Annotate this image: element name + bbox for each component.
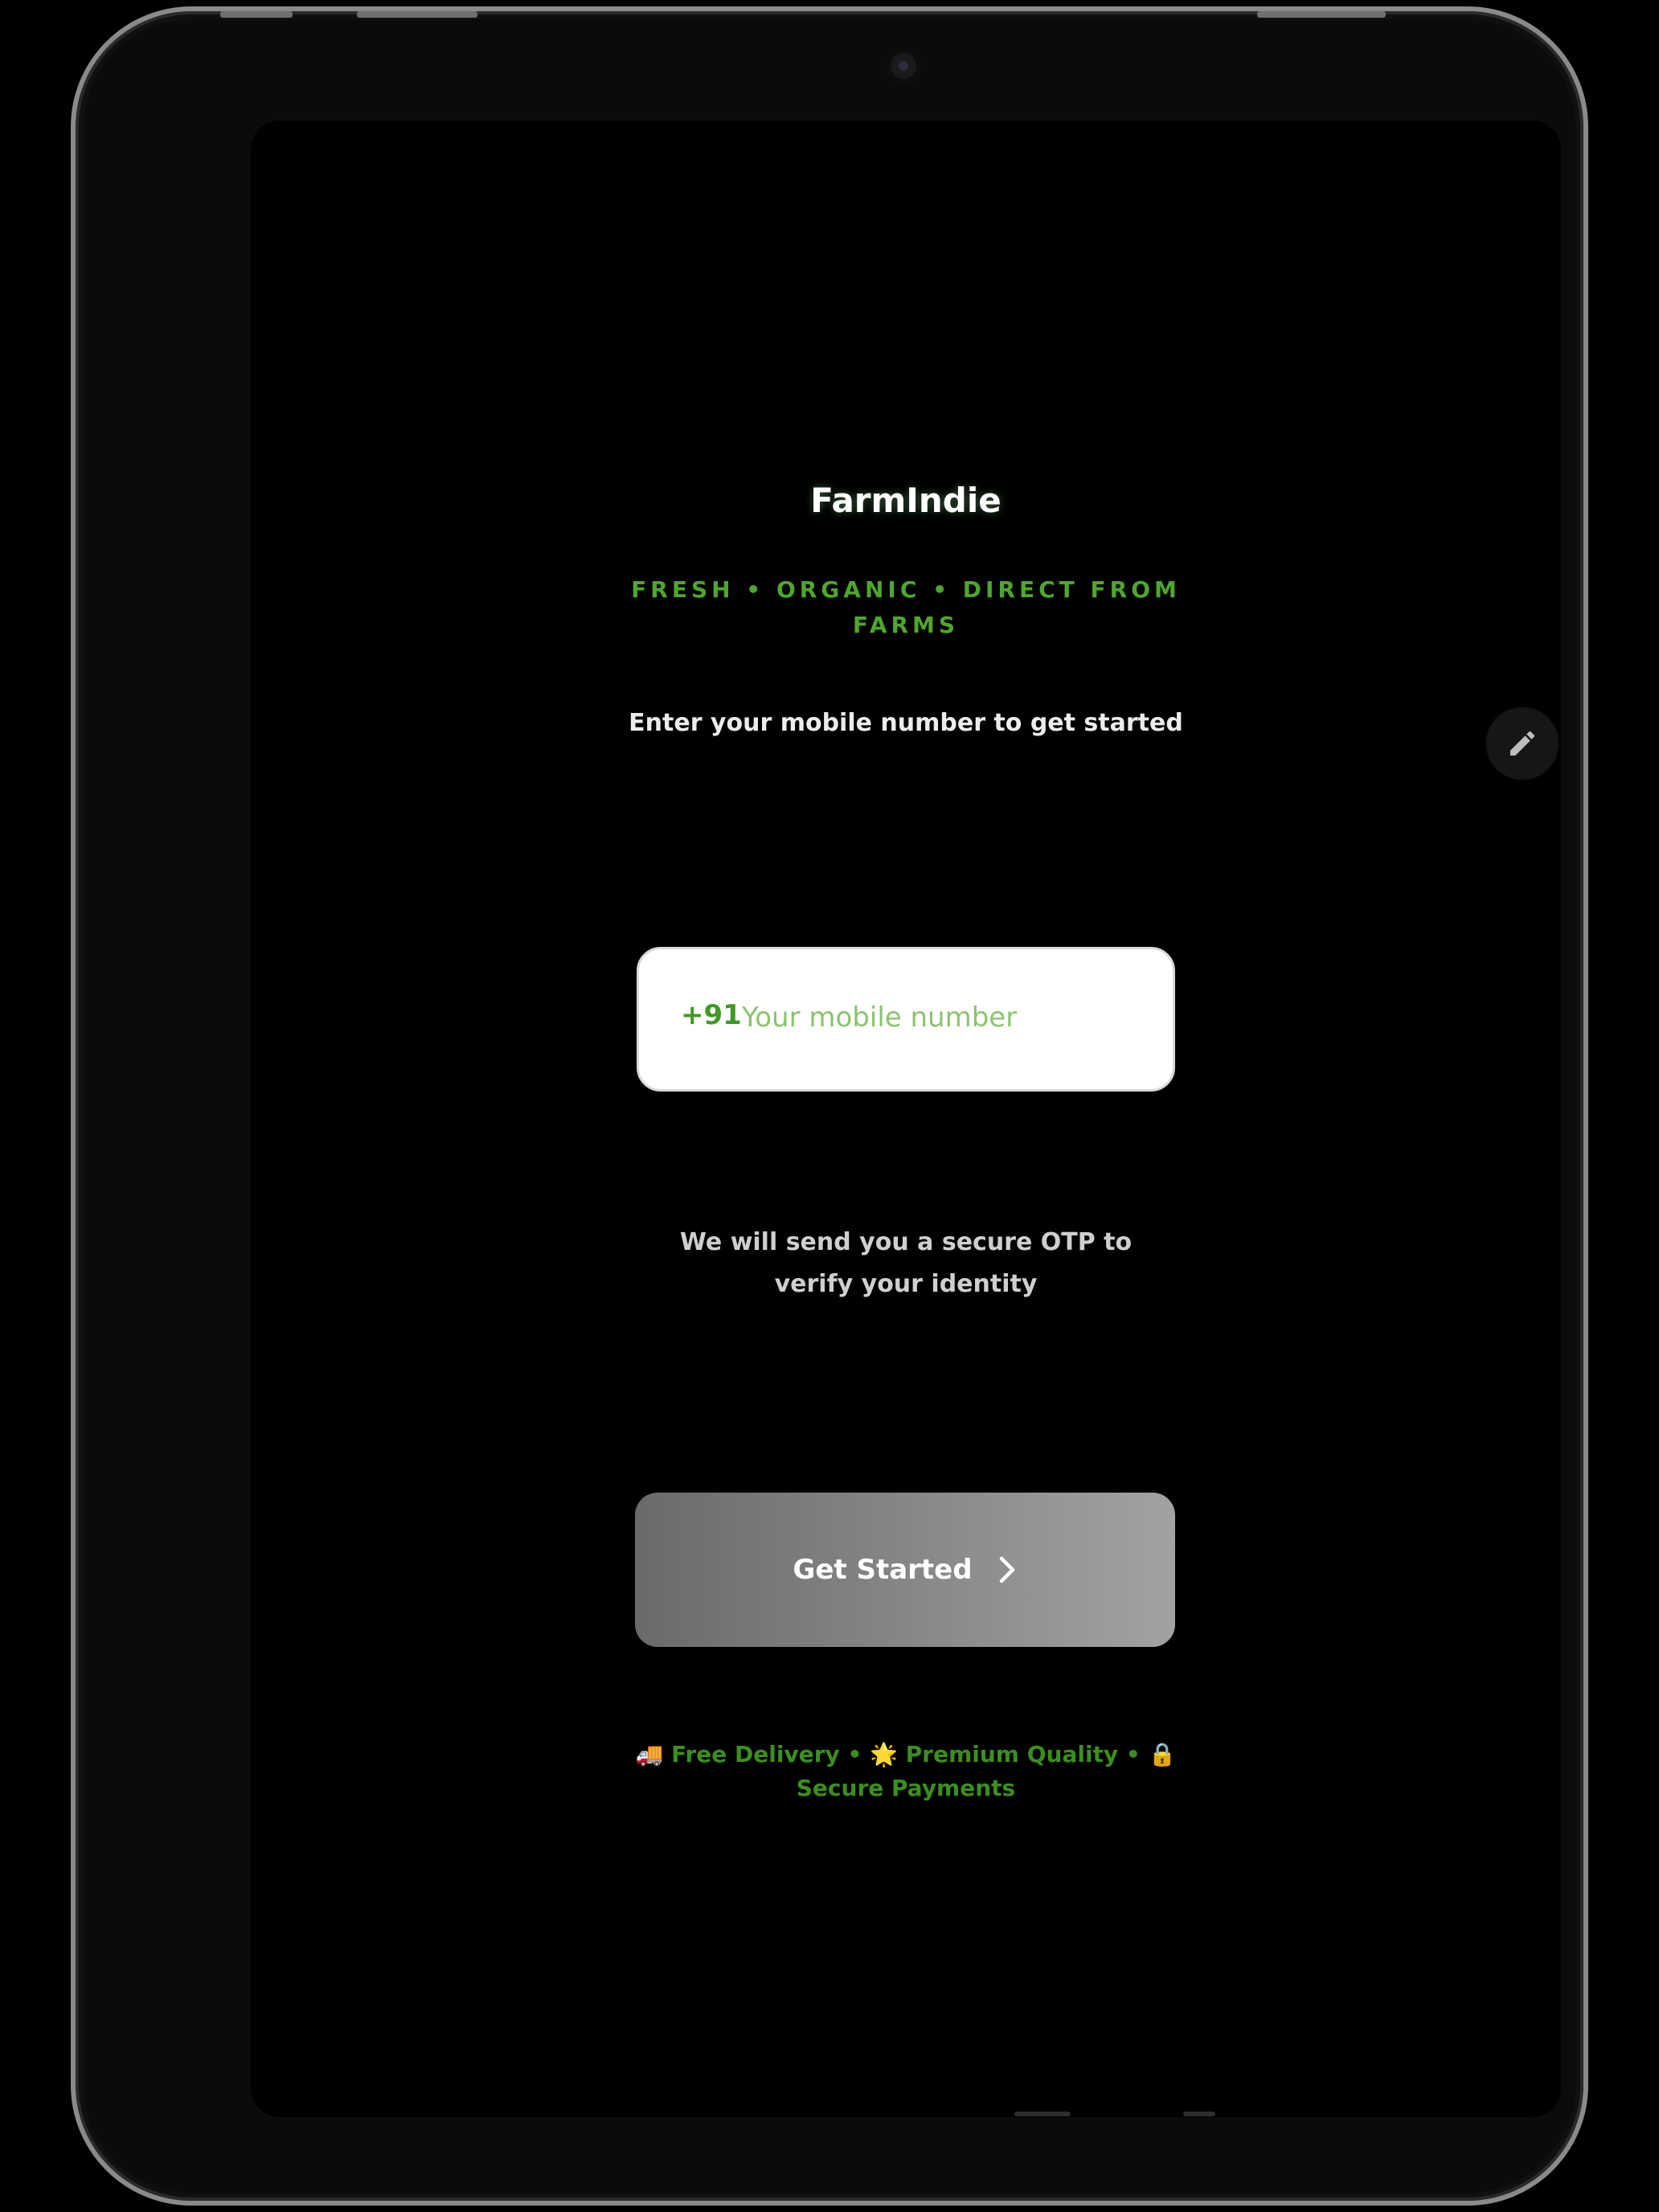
get-started-button[interactable]: Get Started bbox=[635, 1493, 1175, 1647]
phone-input-container[interactable]: +91 bbox=[637, 947, 1175, 1092]
pencil-icon bbox=[1510, 731, 1535, 756]
hardware-button bbox=[1257, 11, 1386, 18]
chevron-right-icon bbox=[999, 1556, 1014, 1583]
tablet-frame: FarmIndie FRESH • ORGANIC • DIRECT FROM … bbox=[71, 6, 1588, 2206]
front-camera bbox=[886, 48, 921, 84]
hardware-button bbox=[357, 11, 477, 18]
features-strip: 🚚 Free Delivery • 🌟 Premium Quality • 🔒 … bbox=[635, 1741, 1177, 1801]
app-title: FarmIndie bbox=[810, 481, 1002, 520]
otp-note: We will send you a secure OTP to verify … bbox=[679, 1228, 1133, 1298]
country-code: +91 bbox=[681, 999, 742, 1031]
system-bar-mark bbox=[1183, 2112, 1215, 2116]
system-bar-mark bbox=[1014, 2112, 1071, 2116]
edit-button[interactable] bbox=[1486, 707, 1559, 780]
hardware-button bbox=[220, 11, 293, 18]
mobile-number-field[interactable] bbox=[742, 989, 1144, 1046]
app-screen: FarmIndie FRESH • ORGANIC • DIRECT FROM … bbox=[251, 121, 1561, 2117]
login-subtitle: Enter your mobile number to get started bbox=[629, 709, 1183, 737]
get-started-label: Get Started bbox=[793, 1554, 973, 1586]
app-tagline: FRESH • ORGANIC • DIRECT FROM FARMS bbox=[631, 576, 1181, 638]
